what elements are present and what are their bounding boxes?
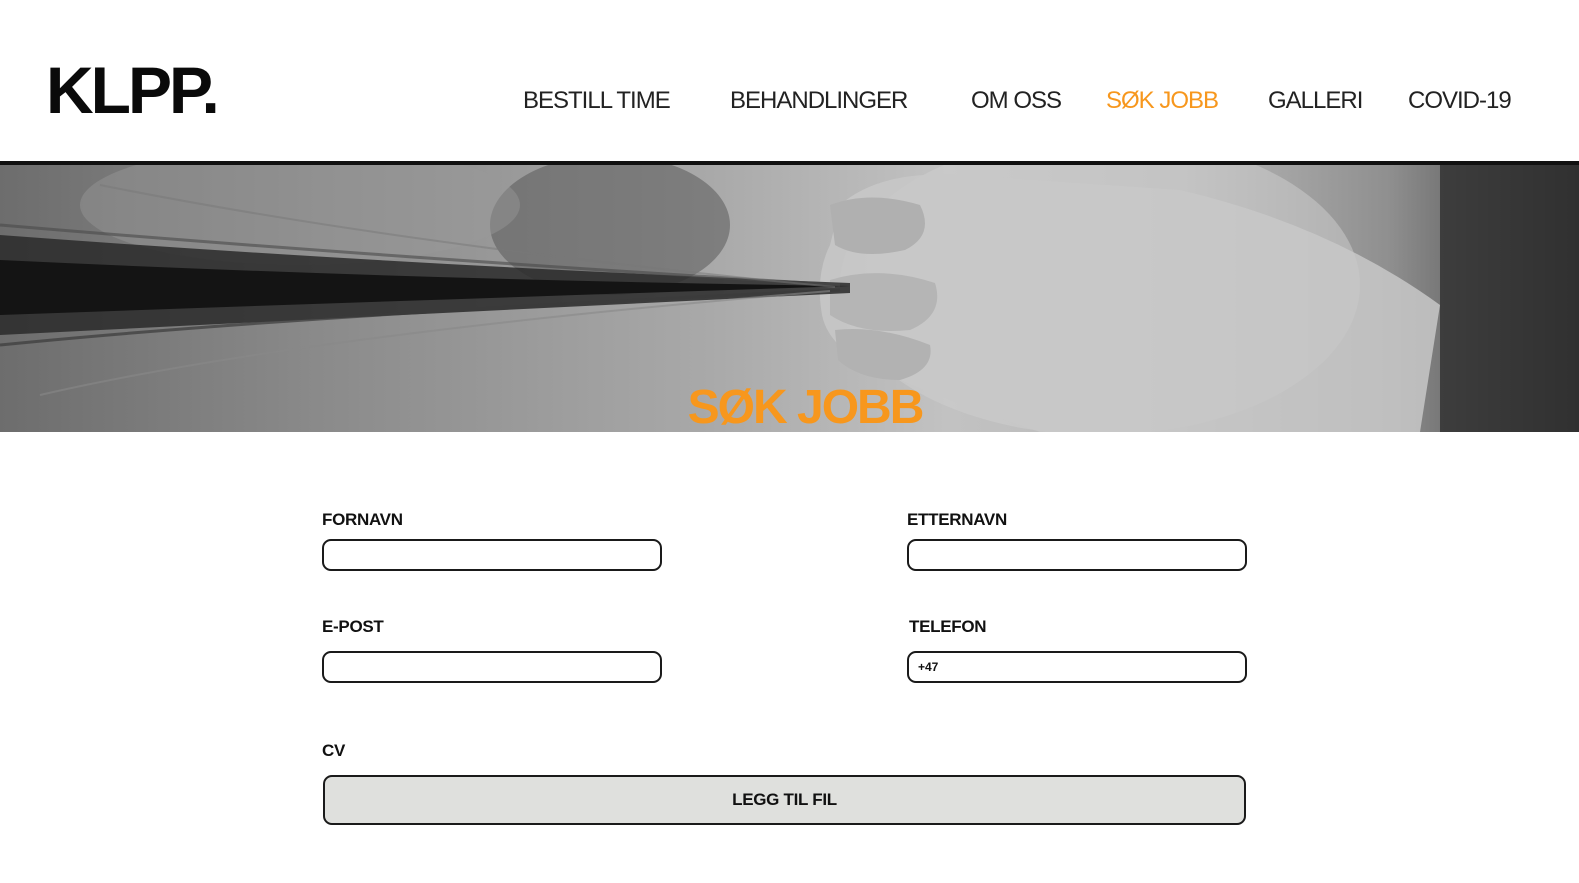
nav-item-sok-jobb[interactable]: SØK JOBB	[1106, 86, 1219, 116]
email-label: E-POST	[322, 617, 384, 636]
hero-banner: SØK JOBB	[0, 165, 1579, 432]
add-file-button[interactable]: LEGG TIL FIL	[323, 775, 1246, 825]
site-logo[interactable]: KLPP.	[46, 52, 220, 128]
site-header: KLPP. BESTILL TIME BEHANDLINGER OM OSS S…	[0, 0, 1579, 165]
first-name-field[interactable]	[322, 539, 662, 571]
nav-item-galleri[interactable]: GALLERI	[1268, 86, 1363, 116]
nav-item-behandlinger[interactable]: BEHANDLINGER	[730, 86, 908, 116]
nav-item-bestill-time[interactable]: BESTILL TIME	[523, 86, 671, 116]
phone-field[interactable]	[907, 651, 1247, 683]
last-name-label: ETTERNAVN	[907, 510, 1007, 529]
phone-label: TELEFON	[909, 617, 987, 636]
first-name-label: FORNAVN	[322, 510, 403, 529]
nav-item-om-oss[interactable]: OM OSS	[971, 86, 1062, 116]
nav-item-covid-19[interactable]: COVID-19	[1408, 86, 1512, 116]
page-title: SØK JOBB	[687, 381, 925, 432]
email-field[interactable]	[322, 651, 662, 683]
last-name-field[interactable]	[907, 539, 1247, 571]
cv-label: CV	[322, 741, 346, 760]
